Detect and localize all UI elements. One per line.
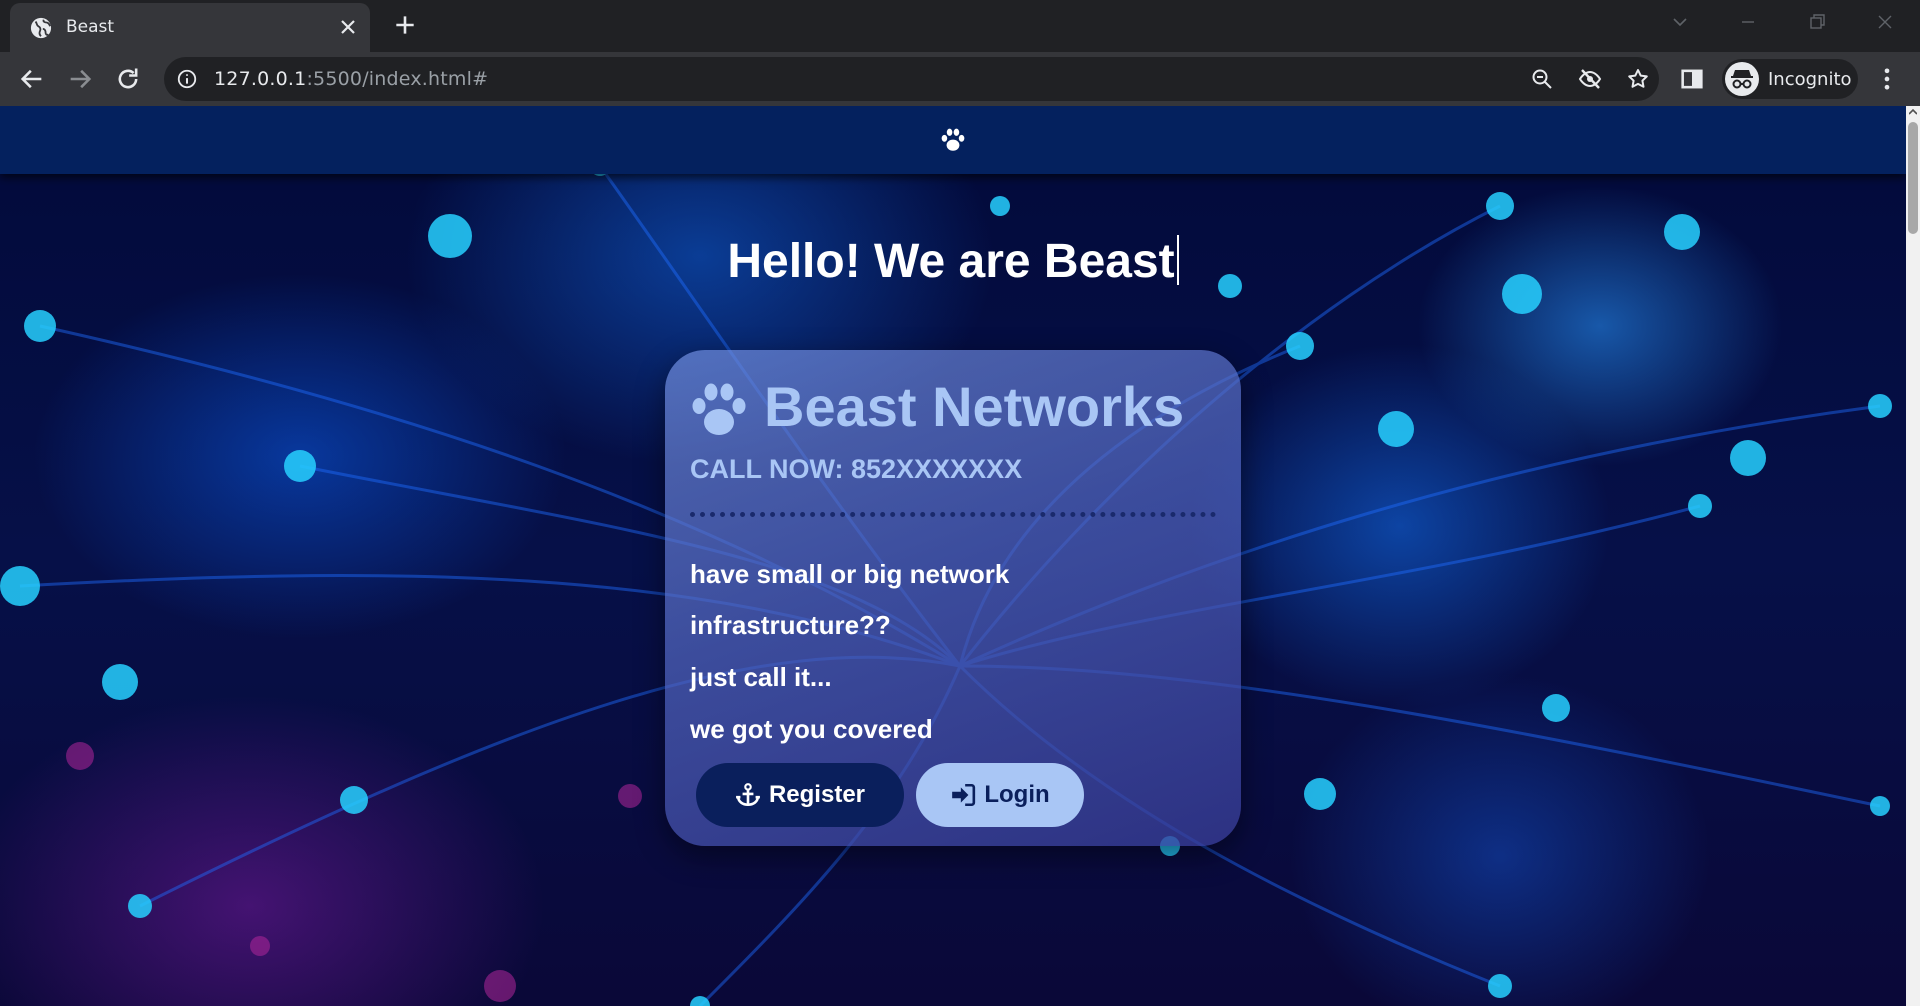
intro-card: Beast Networks CALL NOW: 852XXXXXXX have… xyxy=(665,350,1241,846)
incognito-label: Incognito xyxy=(1768,69,1852,90)
incognito-profile-button[interactable]: Incognito xyxy=(1722,59,1858,99)
tagline-line: have small or big network xyxy=(690,559,1010,589)
call-now-text: CALL NOW: 852XXXXXXX xyxy=(690,454,1023,484)
typing-caret xyxy=(1176,235,1179,285)
kebab-menu-icon[interactable] xyxy=(1873,65,1901,93)
star-icon[interactable] xyxy=(1626,67,1650,91)
scroll-up-arrow-icon[interactable] xyxy=(1909,108,1917,116)
register-button[interactable]: Register xyxy=(696,763,904,827)
hero-title-text: Hello! We are Beast xyxy=(727,235,1175,288)
register-label: Register xyxy=(768,781,866,808)
minimize-icon[interactable] xyxy=(1736,10,1760,34)
address-bar[interactable]: 127.0.0.1:5500/index.html# xyxy=(164,57,1659,101)
url-path: :5500/index.html# xyxy=(306,68,489,90)
scrollbar-thumb[interactable] xyxy=(1908,122,1918,234)
paw-icon xyxy=(692,383,746,435)
browser-tab-bar: Beast xyxy=(0,0,1920,52)
hero-title: Hello! We are Beast xyxy=(0,234,1906,289)
sign-in-icon xyxy=(952,783,976,807)
login-label: Login xyxy=(984,781,1050,808)
globe-icon xyxy=(30,17,52,39)
tagline-line: we got you covered xyxy=(690,714,933,744)
url-text[interactable]: 127.0.0.1:5500/index.html# xyxy=(214,68,488,90)
back-arrow-icon[interactable] xyxy=(18,65,46,93)
anchor-icon xyxy=(736,783,760,807)
new-tab-icon[interactable] xyxy=(392,12,418,38)
window-close-icon[interactable] xyxy=(1873,10,1897,34)
restore-icon[interactable] xyxy=(1805,10,1829,34)
close-icon[interactable] xyxy=(336,15,360,39)
browser-toolbar: 127.0.0.1:5500/index.html# Incognito xyxy=(0,52,1920,106)
web-page: Hello! We are Beast Beast Networks CALL … xyxy=(0,106,1920,1006)
reload-icon[interactable] xyxy=(114,65,142,93)
tab-title: Beast xyxy=(66,17,115,37)
incognito-icon xyxy=(1725,62,1759,96)
tagline-line: infrastructure?? xyxy=(690,610,891,640)
eye-slash-icon[interactable] xyxy=(1578,67,1602,91)
url-host: 127.0.0.1 xyxy=(214,68,307,90)
chevron-down-icon[interactable] xyxy=(1668,10,1692,34)
forward-arrow-icon[interactable] xyxy=(66,65,94,93)
page-scrollbar[interactable] xyxy=(1906,106,1920,1006)
dotted-divider xyxy=(690,512,1216,517)
info-icon[interactable] xyxy=(176,68,198,90)
login-button[interactable]: Login xyxy=(916,763,1084,827)
zoom-out-icon[interactable] xyxy=(1530,67,1554,91)
brand-title: Beast Networks xyxy=(764,375,1185,438)
tagline-line: just call it... xyxy=(690,662,832,692)
top-navbar xyxy=(0,106,1906,174)
paw-icon[interactable] xyxy=(940,128,966,152)
side-panel-icon[interactable] xyxy=(1678,65,1706,93)
browser-tab[interactable]: Beast xyxy=(10,3,370,52)
